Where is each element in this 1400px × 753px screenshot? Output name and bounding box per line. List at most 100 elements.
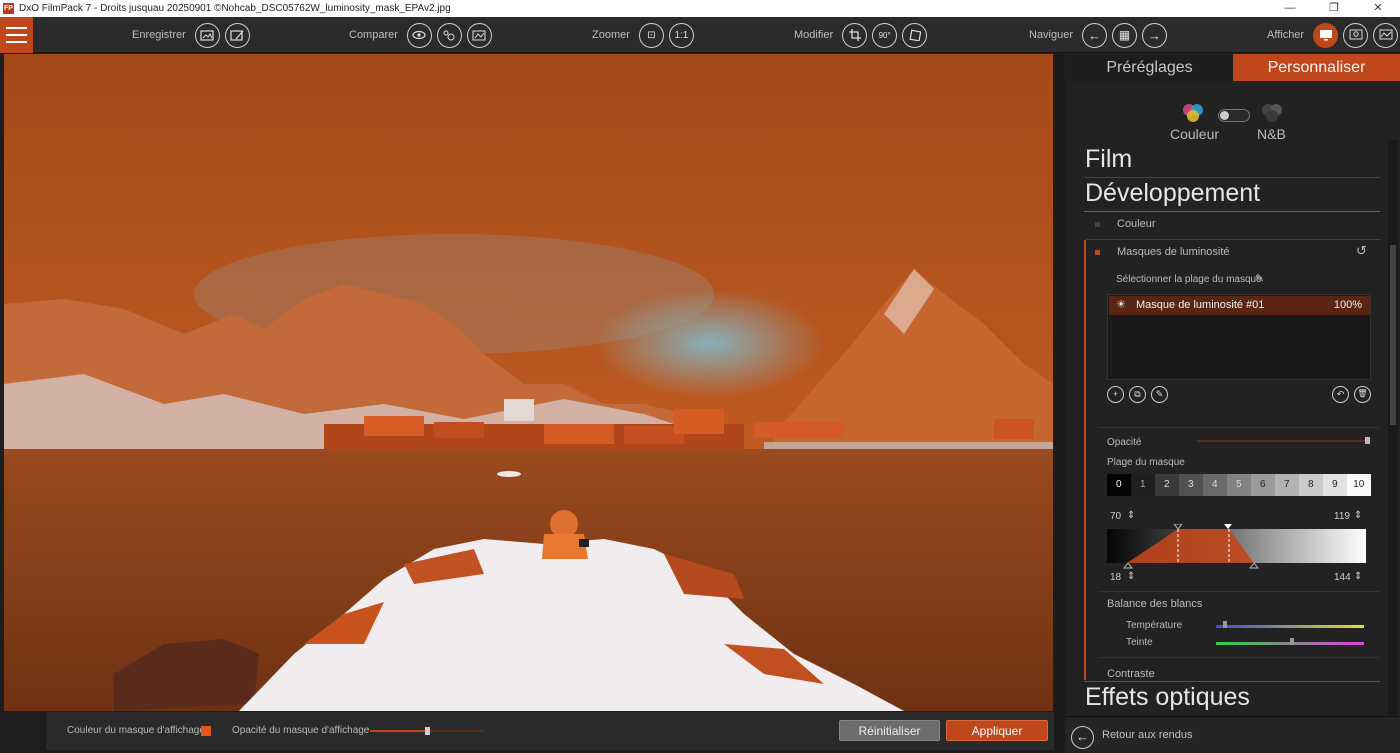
- mask-range-cells: 0 1 2 3 4 5 6 7 8 9 10: [1107, 474, 1371, 496]
- zoom-group: Zoomer ⊡ 1:1: [592, 22, 694, 48]
- photo-scrollbar[interactable]: [1055, 54, 1064, 751]
- range-top-left-handle[interactable]: [1173, 524, 1183, 530]
- range-top-right-value[interactable]: 119: [1334, 511, 1350, 522]
- eyedropper-icon[interactable]: ✎: [1255, 272, 1264, 285]
- range-bottom-left-value[interactable]: 18: [1110, 572, 1121, 583]
- loupe-icon: [1349, 29, 1363, 40]
- bw-toggle[interactable]: [1218, 109, 1250, 122]
- stepper-icon[interactable]: ⇕: [1127, 571, 1135, 582]
- undo-mask-button[interactable]: ↶: [1332, 386, 1349, 403]
- photo-bottom-bar: Couleur du masque d'affichage Opacité du…: [46, 712, 1054, 750]
- apply-button[interactable]: Appliquer: [946, 720, 1048, 741]
- navigate-group: Naviguer ← ▦ →: [1029, 22, 1168, 48]
- temperature-label: Température: [1126, 620, 1183, 631]
- compare-eye-button[interactable]: [406, 22, 432, 48]
- mask-range-cell[interactable]: 2: [1155, 474, 1179, 496]
- straighten-button[interactable]: [902, 22, 928, 48]
- section-development[interactable]: Développement: [1085, 179, 1260, 208]
- range-bottom-right-handle[interactable]: [1249, 563, 1259, 569]
- maximize-button[interactable]: ❐: [1312, 0, 1356, 17]
- edit-group: Modifier 90°: [794, 22, 928, 48]
- mask-range-cell[interactable]: 9: [1323, 474, 1347, 496]
- back-to-renderings-bar: ← Retour aux rendus: [1066, 716, 1400, 753]
- settings-panel: Préréglages Personnaliser Couleur N&B Fi…: [1066, 54, 1400, 753]
- panel-tabs: Préréglages Personnaliser: [1066, 54, 1400, 81]
- range-top-left-value[interactable]: 70: [1110, 511, 1121, 522]
- mask-range-cell[interactable]: 3: [1179, 474, 1203, 496]
- duplicate-mask-button[interactable]: ⧉: [1129, 386, 1146, 403]
- stepper-icon[interactable]: ⇕: [1354, 571, 1362, 582]
- zoom-100-button[interactable]: 1:1: [668, 22, 694, 48]
- toolbar: Enregistrer Comparer Zoomer ⊡ 1:1 Modifi…: [0, 17, 1400, 53]
- sub-couleur[interactable]: Couleur: [1117, 218, 1156, 230]
- range-bottom-right-value[interactable]: 144: [1334, 572, 1351, 583]
- color-mode-label: Couleur: [1170, 126, 1220, 142]
- panel-scrollbar-thumb[interactable]: [1390, 245, 1396, 425]
- mask-range-cell[interactable]: 5: [1227, 474, 1251, 496]
- crop-button[interactable]: [842, 22, 868, 48]
- grid-view-button[interactable]: ▦: [1112, 22, 1138, 48]
- temperature-slider[interactable]: [1216, 625, 1364, 628]
- close-button[interactable]: ✕: [1356, 0, 1400, 17]
- mask-range-cell[interactable]: 7: [1275, 474, 1299, 496]
- luminosity-range-curve[interactable]: [1107, 529, 1366, 563]
- panel-scrollbar[interactable]: [1388, 140, 1398, 715]
- range-top-right-handle[interactable]: [1223, 524, 1233, 530]
- previous-image-button[interactable]: ←: [1082, 22, 1108, 48]
- range-bottom-left-handle[interactable]: [1123, 563, 1133, 569]
- hamburger-menu-button[interactable]: [0, 17, 33, 53]
- mask-range-cell[interactable]: 0: [1107, 474, 1131, 496]
- mask-range-cell[interactable]: 1: [1131, 474, 1155, 496]
- divider: [1084, 177, 1380, 178]
- tab-customize[interactable]: Personnaliser: [1233, 54, 1400, 81]
- menu-line: [6, 34, 27, 36]
- stepper-icon[interactable]: ⇕: [1127, 510, 1135, 521]
- mask-list: ☀ Masque de luminosité #01 100%: [1107, 294, 1371, 380]
- divider: [1098, 591, 1380, 592]
- mask-range-cell[interactable]: 10: [1347, 474, 1371, 496]
- section-film[interactable]: Film: [1085, 145, 1132, 174]
- display-single-button[interactable]: [1313, 22, 1339, 48]
- compare-side-button[interactable]: [466, 22, 492, 48]
- window-controls: — ❐ ✕: [1268, 0, 1400, 17]
- next-image-button[interactable]: →: [1142, 22, 1168, 48]
- back-to-renderings-label[interactable]: Retour aux rendus: [1102, 729, 1193, 741]
- mask-opacity-slider[interactable]: [370, 727, 484, 735]
- opacity-thumb[interactable]: [1365, 437, 1370, 444]
- reset-icon[interactable]: ↺: [1356, 243, 1367, 259]
- export-edit-button[interactable]: [224, 22, 250, 48]
- eye-icon: [412, 30, 427, 40]
- crop-icon: [848, 29, 861, 41]
- mask-range-label: Plage du masque: [1107, 457, 1185, 468]
- edit-mask-button[interactable]: ✎: [1151, 386, 1168, 403]
- add-mask-button[interactable]: +: [1107, 386, 1124, 403]
- export-image-button[interactable]: [194, 22, 220, 48]
- photo-preview[interactable]: [4, 54, 1053, 711]
- bw-mode-label: N&B: [1257, 126, 1286, 142]
- mask-color-swatch[interactable]: [201, 726, 211, 736]
- contrast-label[interactable]: Contraste: [1107, 668, 1155, 680]
- app-icon: FP: [3, 3, 14, 14]
- delete-mask-button[interactable]: 🗑: [1354, 386, 1371, 403]
- display-histogram-button[interactable]: [1373, 22, 1399, 48]
- tint-thumb[interactable]: [1290, 638, 1294, 645]
- mask-opacity-thumb[interactable]: [425, 727, 430, 735]
- window-title: DxO FilmPack 7 - Droits jusquau 20250901…: [19, 3, 451, 14]
- temperature-thumb[interactable]: [1223, 621, 1228, 628]
- rotate-button[interactable]: 90°: [872, 22, 898, 48]
- compare-split-button[interactable]: [436, 22, 462, 48]
- display-loupe-button[interactable]: [1343, 22, 1369, 48]
- back-button[interactable]: ←: [1071, 726, 1094, 749]
- sub-luminosity-masks[interactable]: Masques de luminosité: [1117, 246, 1230, 258]
- mask-range-cell[interactable]: 8: [1299, 474, 1323, 496]
- mask-range-cell[interactable]: 6: [1251, 474, 1275, 496]
- mask-list-item[interactable]: ☀ Masque de luminosité #01 100%: [1109, 296, 1370, 315]
- mask-range-cell[interactable]: 4: [1203, 474, 1227, 496]
- section-optical-effects[interactable]: Effets optiques: [1085, 683, 1250, 712]
- opacity-slider[interactable]: [1197, 440, 1369, 442]
- reset-button[interactable]: Réinitialiser: [839, 720, 940, 741]
- tab-presets[interactable]: Préréglages: [1066, 54, 1233, 81]
- zoom-fit-button[interactable]: ⊡: [638, 22, 664, 48]
- minimize-button[interactable]: —: [1268, 0, 1312, 17]
- stepper-icon[interactable]: ⇕: [1354, 510, 1362, 521]
